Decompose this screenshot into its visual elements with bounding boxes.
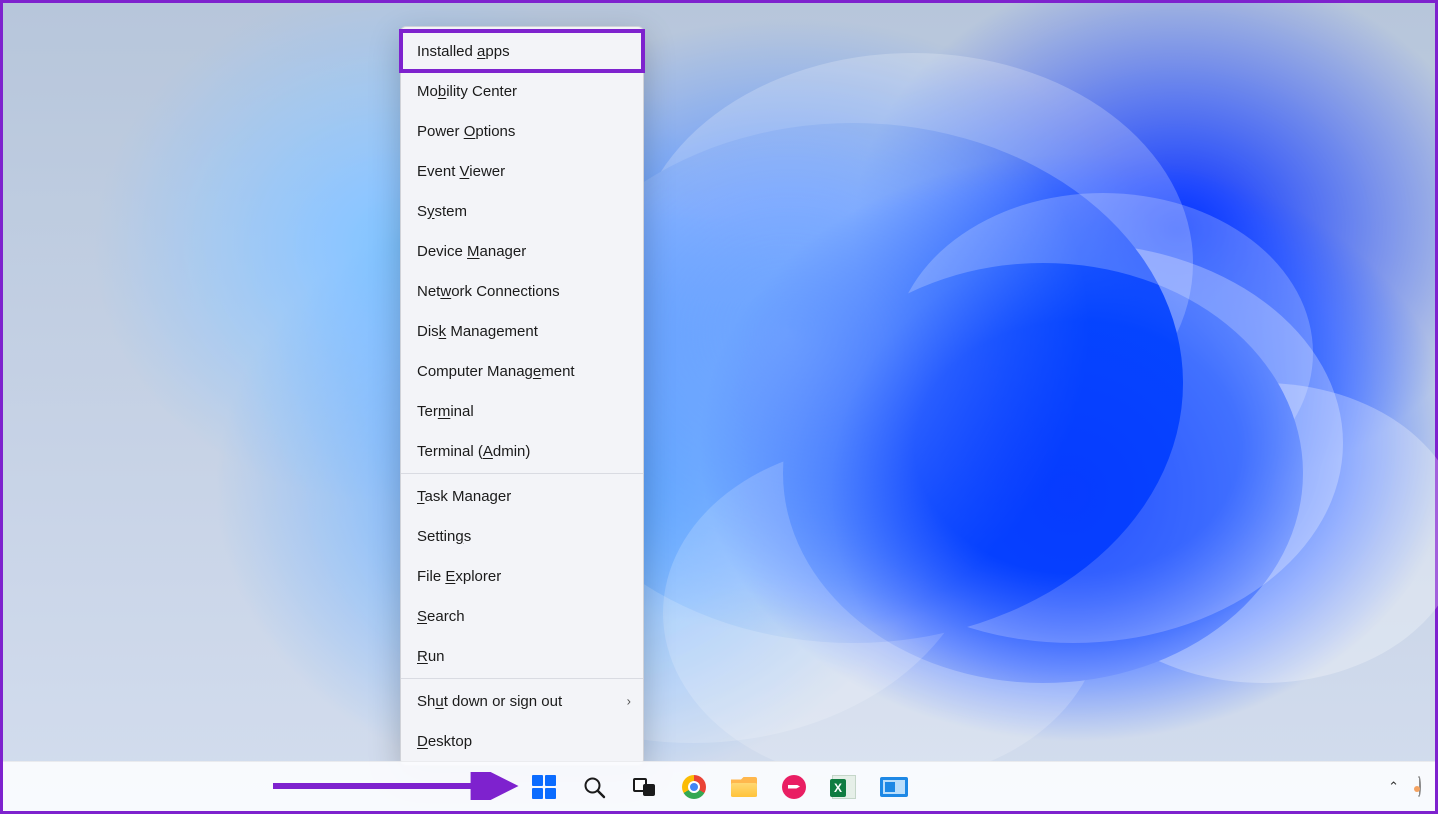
menu-item-shut-down-or-sign-out[interactable]: Shut down or sign out ›: [401, 681, 643, 721]
menu-item-label: Task Manager: [417, 488, 511, 505]
copilot-icon: [1417, 776, 1421, 797]
menu-item-desktop[interactable]: Desktop: [401, 721, 643, 761]
taskbar-app-blue[interactable]: [880, 773, 908, 801]
menu-item-label: Installed apps: [417, 43, 510, 60]
menu-item-network-connections[interactable]: Network Connections: [401, 271, 643, 311]
menu-item-label: Terminal: [417, 403, 474, 420]
taskbar: ⌃: [3, 761, 1435, 811]
menu-item-label: Disk Management: [417, 323, 538, 340]
menu-item-mobility-center[interactable]: Mobility Center: [401, 71, 643, 111]
menu-item-label: Mobility Center: [417, 83, 517, 100]
copilot-button[interactable]: [1417, 778, 1421, 796]
menu-item-power-options[interactable]: Power Options: [401, 111, 643, 151]
winx-context-menu: Installed apps Mobility Center Power Optio…: [400, 26, 644, 766]
menu-item-label: Search: [417, 608, 465, 625]
menu-item-device-manager[interactable]: Device Manager: [401, 231, 643, 271]
menu-item-computer-management[interactable]: Computer Management: [401, 351, 643, 391]
menu-item-label: Device Manager: [417, 243, 526, 260]
windows-logo-icon: [532, 775, 556, 799]
menu-item-label: File Explorer: [417, 568, 501, 585]
desktop-wallpaper: [3, 3, 1435, 811]
menu-item-label: Shut down or sign out: [417, 693, 562, 710]
chrome-icon: [682, 775, 706, 799]
menu-item-label: Event Viewer: [417, 163, 505, 180]
pink-app-icon: [782, 775, 806, 799]
menu-item-label: Terminal (Admin): [417, 443, 530, 460]
task-view-button[interactable]: [630, 773, 658, 801]
menu-item-disk-management[interactable]: Disk Management: [401, 311, 643, 351]
menu-item-label: Network Connections: [417, 283, 560, 300]
menu-item-terminal[interactable]: Terminal: [401, 391, 643, 431]
menu-item-settings[interactable]: Settings: [401, 516, 643, 556]
tray-overflow-button[interactable]: ⌃: [1388, 779, 1399, 795]
menu-item-file-explorer[interactable]: File Explorer: [401, 556, 643, 596]
menu-item-label: Run: [417, 648, 445, 665]
menu-separator: [401, 473, 643, 474]
taskbar-app-excel[interactable]: [830, 773, 858, 801]
menu-item-label: Power Options: [417, 123, 515, 140]
task-view-icon: [633, 776, 655, 798]
menu-item-label: Desktop: [417, 733, 472, 750]
menu-item-task-manager[interactable]: Task Manager: [401, 476, 643, 516]
menu-item-terminal-admin[interactable]: Terminal (Admin): [401, 431, 643, 471]
search-icon: [582, 775, 606, 799]
menu-item-event-viewer[interactable]: Event Viewer: [401, 151, 643, 191]
menu-item-system[interactable]: System: [401, 191, 643, 231]
menu-separator: [401, 678, 643, 679]
folder-icon: [731, 777, 757, 797]
taskbar-app-pink[interactable]: [780, 773, 808, 801]
search-button[interactable]: [580, 773, 608, 801]
taskbar-app-file-explorer[interactable]: [730, 773, 758, 801]
menu-item-search[interactable]: Search: [401, 596, 643, 636]
start-button[interactable]: [530, 773, 558, 801]
taskbar-app-chrome[interactable]: [680, 773, 708, 801]
taskbar-tray: ⌃: [1388, 778, 1421, 796]
menu-item-installed-apps[interactable]: Installed apps: [401, 31, 643, 71]
menu-item-label: Computer Management: [417, 363, 575, 380]
blue-app-icon: [880, 777, 908, 797]
menu-item-label: System: [417, 203, 467, 220]
taskbar-center-apps: [530, 773, 908, 801]
menu-item-label: Settings: [417, 528, 471, 545]
chevron-right-icon: ›: [627, 694, 631, 709]
excel-icon: [832, 775, 856, 799]
menu-item-run[interactable]: Run: [401, 636, 643, 676]
